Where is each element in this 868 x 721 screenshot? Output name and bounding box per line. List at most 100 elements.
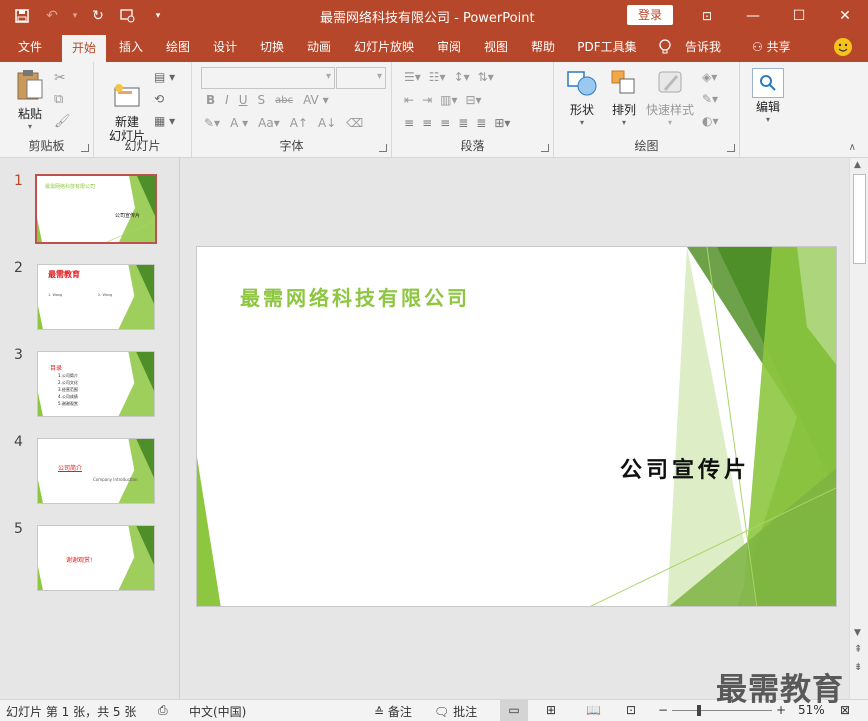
tab-insert[interactable]: 插入 — [113, 32, 149, 62]
customize-toolbar-icon[interactable]: ▾ — [146, 4, 170, 28]
smiley-feedback-icon[interactable] — [834, 38, 852, 56]
scrollbar-thumb[interactable] — [853, 174, 866, 264]
shape-outline-icon[interactable]: ✎▾ — [702, 92, 718, 106]
tab-animations[interactable]: 动画 — [301, 32, 337, 62]
section-icon[interactable]: ▦ ▾ — [154, 114, 175, 128]
slide-thumbnail-1[interactable]: 最需网络科技有限公司 公司宣传片 — [35, 174, 157, 244]
justify-icon[interactable]: ≣ — [458, 116, 468, 130]
quick-styles-button[interactable]: 快速样式 ▾ — [644, 68, 696, 127]
line-spacing-icon[interactable]: ↕▾ — [454, 70, 470, 84]
slideshow-view-icon[interactable]: ⊡ — [626, 703, 636, 717]
font-format-row: B I U S abc AV ▾ — [206, 93, 329, 107]
reset-icon[interactable]: ⟲ — [154, 92, 164, 106]
tab-view[interactable]: 视图 — [478, 32, 514, 62]
character-spacing-icon[interactable]: AV ▾ — [303, 93, 329, 107]
accessibility-icon[interactable]: ⎙ — [158, 703, 168, 718]
shape-fill-icon[interactable]: ◈▾ — [702, 70, 717, 84]
copy-icon[interactable]: ⧉ — [54, 92, 63, 107]
redo-icon[interactable]: ↻ — [86, 4, 110, 28]
tab-home[interactable]: 开始 — [62, 35, 106, 62]
slide-thumbnail-3[interactable]: 目录 1.公司简介 2.公司文化 3.经营范围 4.公司成绩 5.谢谢观赏 — [37, 351, 155, 417]
font-size-combo[interactable] — [336, 67, 386, 89]
notes-button[interactable]: ≙ 备注 — [374, 703, 412, 720]
company-name-text[interactable]: 最需网络科技有限公司 — [240, 282, 470, 311]
editing-button[interactable]: 编辑 ▾ — [750, 68, 786, 124]
italic-icon[interactable]: I — [225, 93, 229, 107]
share-button[interactable]: ⚇ 共享 — [752, 32, 791, 62]
slide-thumbnail-5[interactable]: 谢谢观赏! — [37, 525, 155, 591]
slide-sorter-icon[interactable]: ⊞ — [546, 703, 556, 717]
shadow-icon[interactable]: S — [258, 93, 266, 107]
decrease-font-icon[interactable]: A↓ — [318, 116, 336, 130]
font-name-combo[interactable] — [201, 67, 335, 89]
tell-me-search[interactable]: 告诉我 — [680, 32, 726, 62]
current-slide[interactable]: 最需网络科技有限公司 公司宣传片 — [196, 246, 837, 607]
align-right-icon[interactable]: ≡ — [440, 116, 450, 130]
columns-icon[interactable]: ▥▾ — [440, 93, 457, 107]
underline-icon[interactable]: U — [239, 93, 248, 107]
bold-icon[interactable]: B — [206, 93, 215, 107]
previous-slide-icon[interactable]: ⇞ — [854, 644, 862, 655]
slide-thumbnail-2[interactable]: 最需教育 1. Wang 2. Wang — [37, 264, 155, 330]
scroll-up-icon[interactable]: ▲ — [854, 160, 861, 170]
tab-review[interactable]: 审阅 — [431, 32, 467, 62]
normal-view-icon[interactable]: ▭ — [500, 700, 528, 721]
slide-thumbnail-4[interactable]: 公司简介 Company Introduction — [37, 438, 155, 504]
bullets-icon[interactable]: ☰▾ — [404, 70, 421, 84]
tab-pdf-tools[interactable]: PDF工具集 — [574, 32, 640, 62]
paste-button[interactable]: 粘贴 ▾ — [10, 68, 50, 131]
save-icon[interactable] — [10, 4, 34, 28]
strikethrough-icon[interactable]: abc — [275, 95, 293, 106]
language-indicator[interactable]: 中文(中国) — [189, 703, 246, 720]
tab-design[interactable]: 设计 — [207, 32, 243, 62]
font-group-label: 字体 — [279, 139, 304, 153]
zoom-out-button[interactable]: − — [658, 703, 668, 717]
increase-font-icon[interactable]: A↑ — [290, 116, 308, 130]
format-painter-icon[interactable]: 🖌 — [54, 114, 71, 129]
reading-view-icon[interactable]: 📖 — [586, 703, 601, 717]
paragraph-launcher-icon[interactable] — [541, 144, 549, 152]
undo-icon[interactable]: ↶ — [40, 4, 64, 28]
shape-effects-icon[interactable]: ◐▾ — [702, 114, 719, 128]
close-button[interactable]: ✕ — [822, 0, 868, 32]
text-direction-icon[interactable]: ⇅▾ — [478, 70, 494, 84]
login-button[interactable]: 登录 — [627, 5, 673, 25]
zoom-slider-thumb[interactable] — [697, 705, 701, 716]
cut-icon[interactable]: ✂ — [54, 70, 66, 86]
scroll-down-icon[interactable]: ▼ — [854, 628, 861, 638]
font-launcher-icon[interactable] — [379, 144, 387, 152]
undo-dropdown-icon[interactable]: ▾ — [70, 4, 80, 28]
change-case-icon[interactable]: Aa▾ — [258, 116, 280, 130]
start-slideshow-icon[interactable] — [116, 4, 140, 28]
tab-slideshow[interactable]: 幻灯片放映 — [349, 32, 419, 62]
smartart-icon[interactable]: ⊞▾ — [494, 116, 510, 130]
distributed-icon[interactable]: ≣ — [476, 116, 486, 130]
collapse-ribbon-icon[interactable]: ∧ — [849, 142, 856, 153]
drawing-launcher-icon[interactable] — [727, 144, 735, 152]
text-highlight-icon[interactable]: ✎▾ — [204, 116, 220, 130]
next-slide-icon[interactable]: ⇟ — [854, 662, 862, 673]
promo-title-text[interactable]: 公司宣传片 — [620, 452, 750, 484]
tab-draw[interactable]: 绘图 — [160, 32, 196, 62]
tab-transitions[interactable]: 切换 — [254, 32, 290, 62]
comments-button[interactable]: 🗨 批注 — [434, 703, 477, 720]
numbering-icon[interactable]: ☷▾ — [429, 70, 446, 84]
align-text-icon[interactable]: ⊟▾ — [466, 93, 482, 107]
align-left-icon[interactable]: ≡ — [404, 116, 414, 130]
minimize-button[interactable]: — — [730, 0, 776, 32]
tab-file[interactable]: 文件 — [10, 32, 50, 62]
clear-format-icon[interactable]: ⌫ — [346, 116, 363, 130]
shapes-button[interactable]: 形状 ▾ — [562, 68, 602, 127]
align-center-icon[interactable]: ≡ — [422, 116, 432, 130]
clipboard-launcher-icon[interactable] — [81, 144, 89, 152]
increase-indent-icon[interactable]: ⇥ — [422, 93, 432, 107]
zoom-slider[interactable] — [672, 710, 772, 711]
vertical-scrollbar[interactable]: ▲ ▼ ⇞ ⇟ — [849, 158, 868, 699]
font-color-icon[interactable]: A ▾ — [230, 116, 248, 130]
tab-help[interactable]: 帮助 — [525, 32, 561, 62]
ribbon-display-options-icon[interactable]: ⊡ — [684, 0, 730, 32]
arrange-button[interactable]: 排列 ▾ — [604, 68, 644, 127]
decrease-indent-icon[interactable]: ⇤ — [404, 93, 414, 107]
maximize-button[interactable]: ☐ — [776, 0, 822, 32]
layout-icon[interactable]: ▤ ▾ — [154, 70, 175, 84]
